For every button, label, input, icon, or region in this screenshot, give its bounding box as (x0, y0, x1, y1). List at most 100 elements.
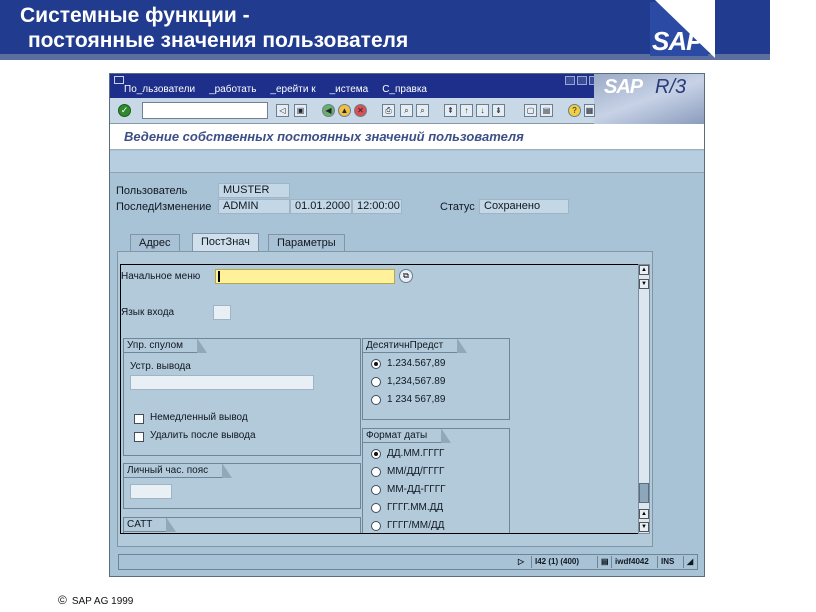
tab-parameters[interactable]: Параметры (268, 234, 345, 251)
status-expand-icon[interactable]: ▷ (515, 556, 527, 568)
server-info: iwdf4042 (611, 556, 657, 568)
cancel-icon[interactable]: ✕ (354, 104, 367, 117)
decimal-option-3-radio[interactable] (371, 395, 381, 405)
output-device-label: Устр. вывода (130, 361, 191, 372)
date-format-option-5-label: ГГГГ/ММ/ДД (387, 520, 445, 531)
logon-language-input[interactable] (213, 305, 231, 320)
scroll-down-icon[interactable]: ▼ (639, 522, 649, 532)
user-label: Пользователь (116, 185, 188, 197)
date-format-option-4-radio[interactable] (371, 503, 381, 513)
decimal-option-1-label: 1.234.567,89 (387, 358, 446, 369)
system-menu-icon[interactable] (114, 76, 124, 84)
spool-control-title: Упр. спулом (124, 338, 208, 353)
start-menu-input[interactable] (215, 269, 395, 284)
vertical-scrollbar[interactable]: ▲ ▼ ▲ ▼ (638, 264, 650, 534)
enter-icon[interactable]: ✓ (118, 104, 131, 117)
application-toolbar (110, 151, 704, 173)
tab-defaults[interactable]: ПостЗнач (192, 233, 259, 251)
tab-address[interactable]: Адрес (130, 234, 180, 251)
decimal-notation-title: ДесятичнПредст (363, 338, 468, 353)
menu-items: По_льзователи _работать _ерейти к _истем… (124, 84, 427, 95)
decimal-option-2-radio[interactable] (371, 377, 381, 387)
sap-r3-logo: SAP (604, 76, 643, 98)
exit-icon[interactable]: ▲ (338, 104, 351, 117)
catt-group: CATT (123, 517, 361, 533)
menu-help[interactable]: С_правка (382, 84, 427, 95)
slide-title: Системные функции - (20, 4, 250, 27)
menu-goto[interactable]: _ерейти к (270, 84, 315, 95)
back-icon[interactable]: ◀ (322, 104, 335, 117)
timezone-title: Личный час. пояс (124, 463, 233, 478)
copyright: © SAP AG 1999 (58, 593, 133, 607)
status-label: Статус (440, 201, 475, 213)
date-format-option-2-label: ММ/ДД/ГГГГ (387, 466, 445, 477)
find-icon[interactable]: ⌕ (400, 104, 413, 117)
changed-by-value: ADMIN (218, 199, 290, 214)
next-page-icon[interactable]: ↓ (476, 104, 489, 117)
sap-logo: SAP (652, 26, 703, 56)
timezone-input[interactable] (130, 484, 172, 499)
changed-time-value: 12:00:00 (352, 199, 402, 214)
last-page-icon[interactable]: ⇟ (492, 104, 505, 117)
decimal-notation-group: ДесятичнПредст 1.234.567,89 1,234,567.89… (362, 338, 510, 420)
insert-mode: INS (657, 556, 683, 568)
menu-users[interactable]: По_льзователи (124, 84, 195, 95)
spool-control-group: Упр. спулом Устр. вывода Немедленный выв… (123, 338, 361, 456)
changed-date-value: 01.01.2000 (290, 199, 352, 214)
date-format-option-1-radio[interactable] (371, 449, 381, 459)
date-format-option-5-radio[interactable] (371, 521, 381, 531)
print-immediately-checkbox[interactable] (134, 414, 144, 424)
screen-title: Ведение собственных постоянных значений … (124, 129, 524, 144)
output-device-input[interactable] (130, 375, 314, 390)
date-format-option-2-radio[interactable] (371, 467, 381, 477)
timezone-group: Личный час. пояс (123, 463, 361, 509)
command-field[interactable] (142, 102, 268, 119)
help-icon[interactable]: ? (568, 104, 581, 117)
first-page-icon[interactable]: ⇞ (444, 104, 457, 117)
menu-edit[interactable]: _работать (209, 84, 256, 95)
delete-after-output-label: Удалить после вывода (150, 430, 256, 441)
date-format-title: Формат даты (363, 428, 452, 443)
print-immediately-label: Немедленный вывод (150, 412, 248, 423)
server-list-icon[interactable]: ▤ (597, 556, 611, 568)
value-help-icon[interactable]: ⧉ (399, 269, 413, 283)
menu-system[interactable]: _истема (330, 84, 369, 95)
last-changed-label: ПоследИзменение (116, 201, 212, 213)
copyright-text: SAP AG 1999 (71, 596, 134, 607)
print-icon[interactable]: ⎙ (382, 104, 395, 117)
slide: Системные функции - постоянные значения … (0, 0, 816, 612)
back-arrow-icon[interactable]: ◁ (276, 104, 289, 117)
status-bar: ▷ I42 (1) (400) ▤ iwdf4042 INS ◢ (118, 554, 698, 570)
delete-after-output-checkbox[interactable] (134, 432, 144, 442)
date-format-option-3-label: ММ-ДД-ГГГГ (387, 484, 446, 495)
status-value: Сохранено (479, 199, 569, 214)
save-icon[interactable]: ▣ (294, 104, 307, 117)
sap-gui-window: По_льзователи _работать _ерейти к _истем… (109, 73, 705, 577)
previous-page-icon[interactable]: ↑ (460, 104, 473, 117)
scroll-page-down-icon[interactable]: ▼ (639, 279, 649, 289)
new-session-icon[interactable]: ▢ (524, 104, 537, 117)
catt-title: CATT (124, 517, 177, 532)
decimal-option-2-label: 1,234,567.89 (387, 376, 446, 387)
date-format-option-4-label: ГГГГ.ММ.ДД (387, 502, 444, 513)
shortcut-icon[interactable]: ▤ (540, 104, 553, 117)
start-menu-label: Начальное меню (121, 271, 201, 282)
minimize-icon[interactable] (565, 76, 575, 85)
resize-grip-icon[interactable]: ◢ (683, 556, 697, 568)
layout-menu-icon[interactable]: ▦ (584, 104, 595, 117)
screen-title-bar: Ведение собственных постоянных значений … (110, 124, 704, 150)
date-format-option-3-radio[interactable] (371, 485, 381, 495)
scroll-page-up-icon[interactable]: ▲ (639, 509, 649, 519)
decimal-option-1-radio[interactable] (371, 359, 381, 369)
logon-language-label: Язык входа (121, 307, 175, 318)
text-cursor (218, 271, 220, 282)
system-info: I42 (1) (400) (531, 556, 597, 568)
slide-subtitle: постоянные значения пользователя (28, 29, 409, 52)
find-next-icon[interactable]: ⌕ (416, 104, 429, 117)
maximize-icon[interactable] (577, 76, 587, 85)
defaults-content: Начальное меню ⧉ Язык входа Упр. спулом … (120, 264, 638, 534)
scroll-thumb[interactable] (639, 483, 649, 503)
copyright-icon: © (58, 593, 67, 607)
decimal-option-3-label: 1 234 567,89 (387, 394, 446, 405)
scroll-up-icon[interactable]: ▲ (639, 265, 649, 275)
